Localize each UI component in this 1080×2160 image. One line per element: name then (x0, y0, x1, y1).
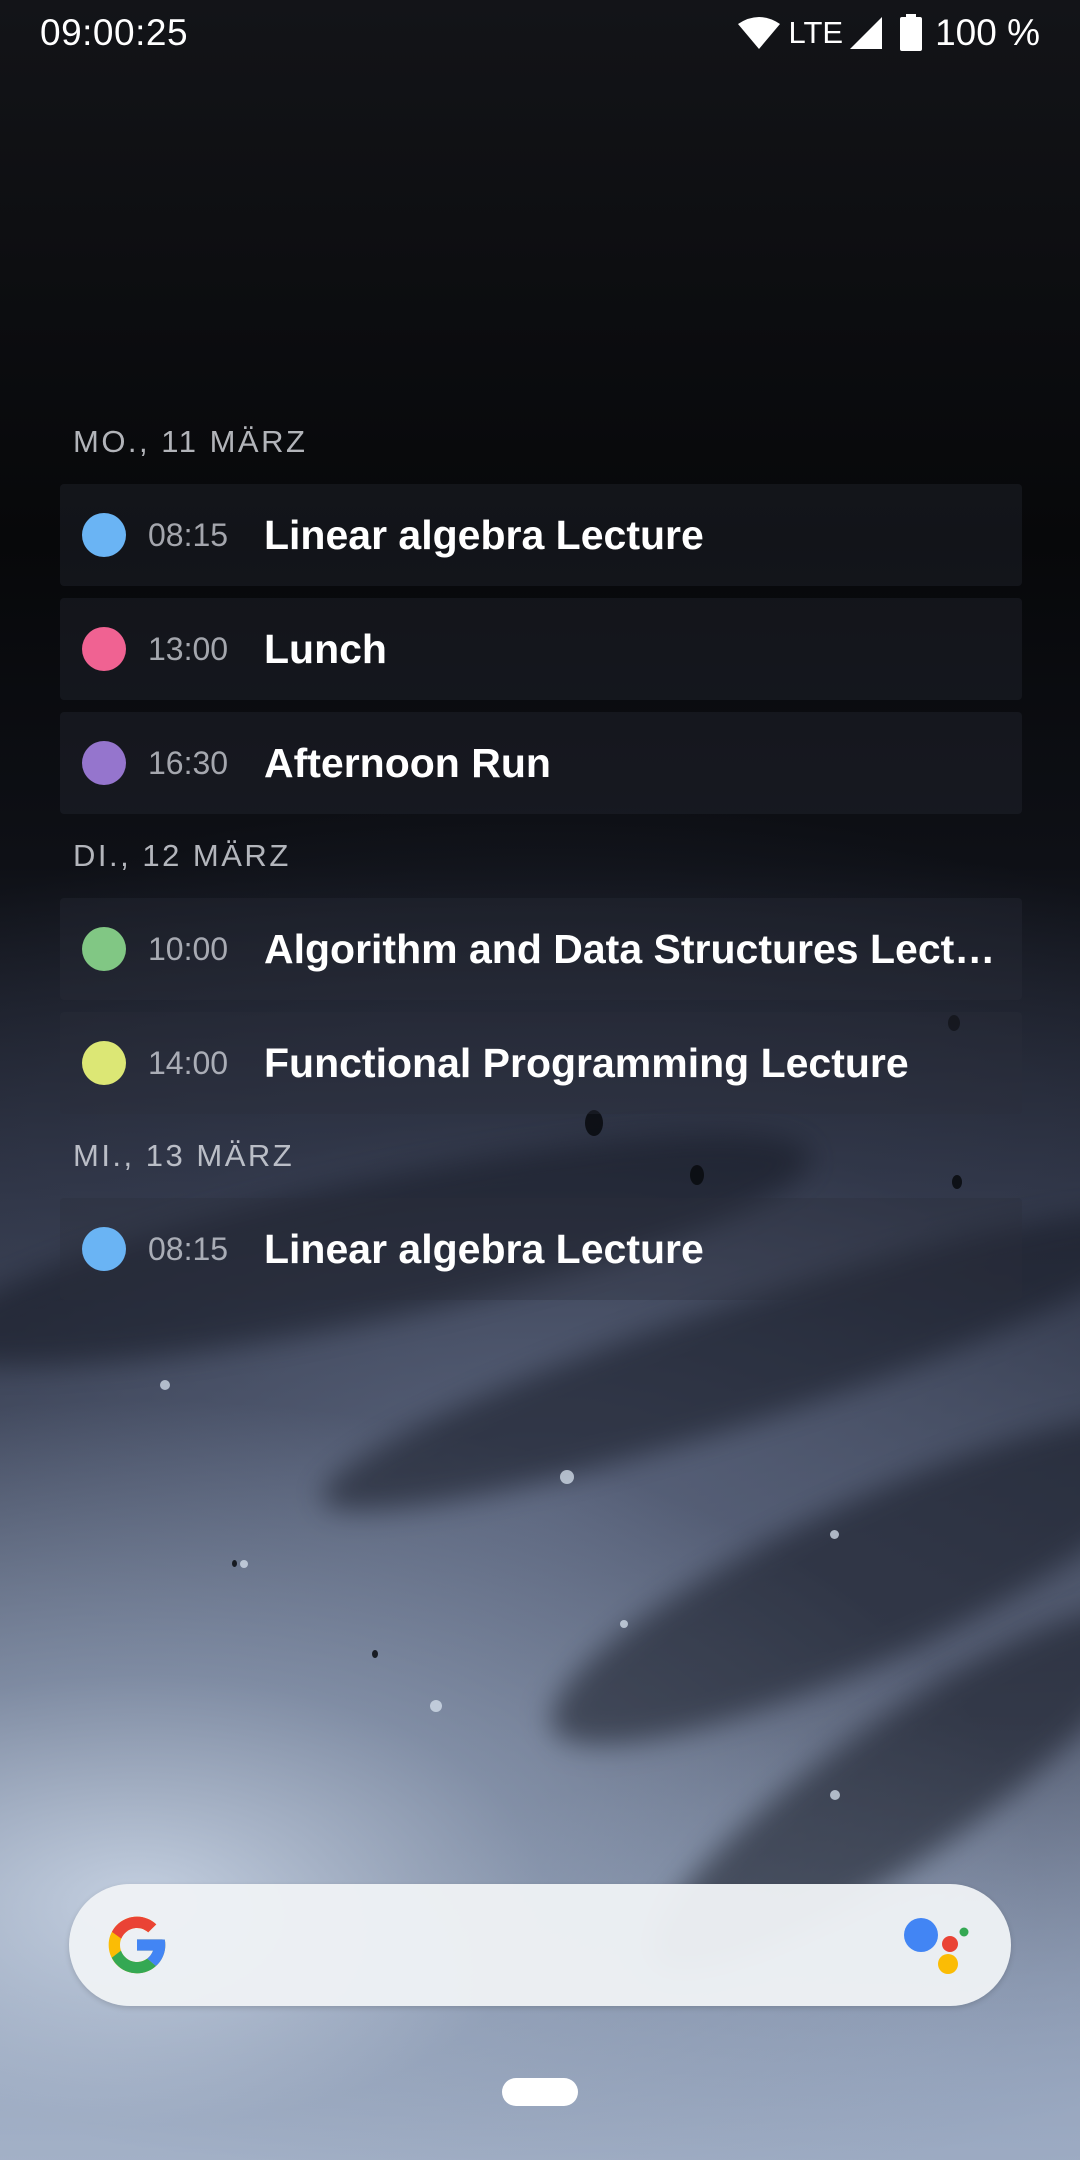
event-title: Algorithm and Data Structures Lecture (264, 925, 1004, 972)
status-bar: 09:00:25 LTE 100 % (0, 0, 1080, 66)
event-item[interactable]: 08:15 Linear algebra Lecture (60, 1198, 1022, 1300)
event-item[interactable]: 14:00 Functional Programming Lecture (60, 1012, 1022, 1114)
wifi-icon (737, 17, 780, 49)
event-title: Afternoon Run (264, 739, 551, 786)
event-item[interactable]: 16:30 Afternoon Run (60, 712, 1022, 814)
network-type-label: LTE (788, 15, 844, 50)
event-time: 13:00 (148, 630, 229, 667)
battery-icon (900, 14, 923, 51)
day-header: MO., 11 MÄRZ (73, 424, 308, 459)
event-color-dot (82, 513, 126, 557)
event-time: 08:15 (148, 1230, 229, 1267)
event-title: Functional Programming Lecture (264, 1039, 909, 1086)
event-color-dot (82, 741, 126, 785)
event-time: 10:00 (148, 930, 229, 967)
event-time: 16:30 (148, 744, 229, 781)
event-item[interactable]: 10:00 Algorithm and Data Structures Lect… (60, 898, 1022, 1000)
google-g-icon[interactable] (103, 1911, 171, 1979)
day-section: MI., 13 MÄRZ 08:15 Linear algebra Lectur… (60, 1114, 1022, 1300)
day-header: MI., 13 MÄRZ (73, 1138, 295, 1173)
event-color-dot (82, 1227, 126, 1271)
event-time: 14:00 (148, 1044, 229, 1081)
status-icons: LTE 100 % (737, 12, 1040, 54)
day-section: MO., 11 MÄRZ 08:15 Linear algebra Lectur… (60, 400, 1022, 814)
event-item[interactable]: 08:15 Linear algebra Lecture (60, 484, 1022, 586)
day-section: DI., 12 MÄRZ 10:00 Algorithm and Data St… (60, 814, 1022, 1114)
google-search-bar[interactable] (69, 1884, 1011, 2006)
event-title: Lunch (264, 625, 387, 672)
event-color-dot (82, 627, 126, 671)
home-gesture-handle[interactable] (502, 2078, 578, 2106)
event-color-dot (82, 927, 126, 971)
day-header: DI., 12 MÄRZ (73, 838, 291, 873)
event-title: Linear algebra Lecture (264, 511, 704, 558)
agenda-widget: MO., 11 MÄRZ 08:15 Linear algebra Lectur… (60, 400, 1022, 1300)
event-item[interactable]: 13:00 Lunch (60, 598, 1022, 700)
event-time: 08:15 (148, 516, 229, 553)
event-color-dot (82, 1041, 126, 1085)
battery-percentage: 100 % (935, 12, 1040, 53)
signal-icon (850, 17, 883, 49)
status-time: 09:00:25 (40, 12, 189, 53)
google-assistant-icon[interactable] (903, 1916, 969, 1978)
event-title: Linear algebra Lecture (264, 1225, 704, 1272)
